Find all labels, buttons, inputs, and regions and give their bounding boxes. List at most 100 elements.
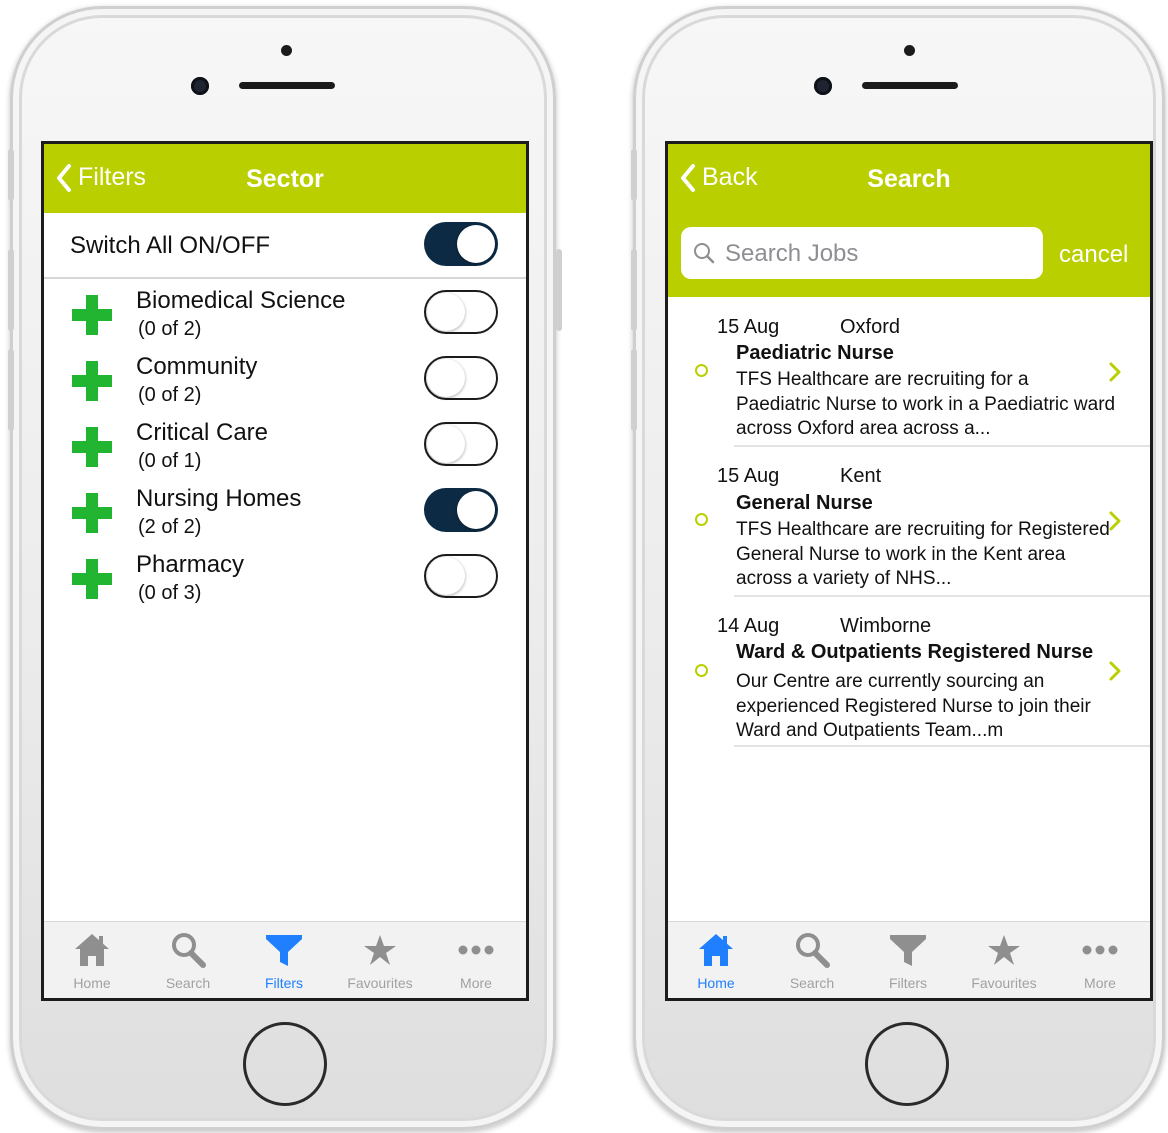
tab-label: Search [165,975,211,991]
tab-more[interactable]: More [1052,922,1148,998]
tab-label: Home [73,975,111,991]
earpiece-speaker [862,82,958,89]
sector-toggle[interactable] [424,290,498,334]
switch-all-label: Switch All ON/OFF [70,232,271,259]
job-title: Paediatric Nurse [736,342,894,364]
volume-down-button [8,349,14,431]
unread-indicator [695,664,708,677]
tab-label: Search [789,975,835,991]
chevron-right-icon [1109,511,1121,531]
filter-icon [266,935,302,966]
volume-up-button [631,249,637,331]
plus-icon[interactable] [72,559,112,599]
nav-bar: Back Search [668,144,1150,213]
star-icon [364,935,396,965]
sector-toggle[interactable] [424,422,498,466]
job-date: 14 Aug [717,615,780,637]
home-icon [75,934,109,966]
cancel-button[interactable]: cancel [1059,241,1128,269]
job-date: 15 Aug [717,316,780,338]
divider [734,745,1150,747]
earpiece-speaker [239,82,335,89]
home-button[interactable] [243,1022,327,1106]
proximity-sensor [904,45,915,56]
filter-icon [890,935,926,966]
mute-switch [631,149,637,201]
tab-more[interactable]: More [428,922,524,998]
tab-favourites[interactable]: Favourites [956,922,1052,998]
sector-toggle[interactable] [424,356,498,400]
star-icon [988,935,1020,965]
sector-toggle[interactable] [424,554,498,598]
tab-label: More [460,975,492,991]
job-description: TFS Healthcare are recruiting for a Paed… [736,369,1116,439]
sector-count: (2 of 2) [138,516,202,538]
job-item[interactable]: 15 Aug Oxford Paediatric Nurse TFS Healt… [668,297,1150,447]
tab-home[interactable]: Home [44,922,140,998]
sector-count: (0 of 2) [138,318,202,340]
sector-row-community[interactable]: Community (0 of 2) [44,348,526,414]
home-button[interactable] [865,1022,949,1106]
search-screen: Back Search cancel 15 Aug Oxford Paediat… [665,141,1153,1001]
unread-indicator [695,513,708,526]
tab-search[interactable]: Search [140,922,236,998]
volume-down-button [631,349,637,431]
job-location: Wimborne [840,615,932,637]
sector-name: Biomedical Science [136,287,346,314]
more-icon [458,945,494,955]
home-icon [699,934,733,966]
tab-filters[interactable]: Filters [860,922,956,998]
search-input[interactable] [723,237,1027,271]
search-icon [796,933,830,968]
search-icon [694,243,715,264]
nav-bar: Filters Sector [44,144,526,213]
tab-label: Filters [264,975,304,991]
tab-home[interactable]: Home [668,922,764,998]
sector-screen: Filters Sector Switch All ON/OFF Biomedi… [41,141,529,1001]
search-bar: cancel [668,213,1150,297]
more-icon [1082,945,1118,955]
job-description: TFS Healthcare are recruiting for Regist… [736,519,1110,589]
job-location: Oxford [840,316,901,338]
job-item[interactable]: 15 Aug Kent General Nurse TFS Healthcare… [668,447,1150,597]
tab-favourites[interactable]: Favourites [332,922,428,998]
tab-filters[interactable]: Filters [236,922,332,998]
plus-icon[interactable] [72,493,112,533]
sector-count: (0 of 3) [138,582,202,604]
switch-all-toggle[interactable] [424,222,498,266]
tab-search[interactable]: Search [764,922,860,998]
sector-name: Community [136,353,258,380]
plus-icon[interactable] [72,427,112,467]
switch-all-row: Switch All ON/OFF [44,213,526,279]
job-location: Kent [840,465,882,487]
chevron-right-icon [1109,661,1121,681]
page-title: Search [867,165,951,193]
plus-icon[interactable] [72,361,112,401]
sector-row-critical-care[interactable]: Critical Care (0 of 1) [44,414,526,480]
mute-switch [8,149,14,201]
tab-bar: Home Search Filters Favourites More [668,921,1150,998]
job-date: 15 Aug [717,465,780,487]
sector-count: (0 of 1) [138,450,202,472]
tab-label: Home [697,975,735,991]
front-camera [191,77,209,95]
tab-bar: Home Search Filters Favourites More [44,921,526,998]
volume-up-button [8,249,14,331]
job-description: Our Centre are currently sourcing an exp… [736,671,1091,741]
tab-label: Filters [888,975,928,991]
search-field[interactable] [681,227,1043,279]
sector-row-nursing-homes[interactable]: Nursing Homes (2 of 2) [44,480,526,546]
plus-icon[interactable] [72,295,112,335]
chevron-right-icon [1109,362,1121,382]
unread-indicator [695,364,708,377]
sector-count: (0 of 2) [138,384,202,406]
sector-name: Pharmacy [136,551,245,578]
sector-row-biomedical-science[interactable]: Biomedical Science (0 of 2) [44,282,526,348]
job-item[interactable]: 14 Aug Wimborne Ward & Outpatients Regis… [668,597,1150,747]
tab-label: Favourites [347,975,413,991]
sector-row-pharmacy[interactable]: Pharmacy (0 of 3) [44,546,526,612]
power-button [556,249,562,331]
sector-name: Nursing Homes [136,485,302,512]
sector-toggle[interactable] [424,488,498,532]
job-title: Ward & Outpatients Registered Nurse [736,641,1094,663]
